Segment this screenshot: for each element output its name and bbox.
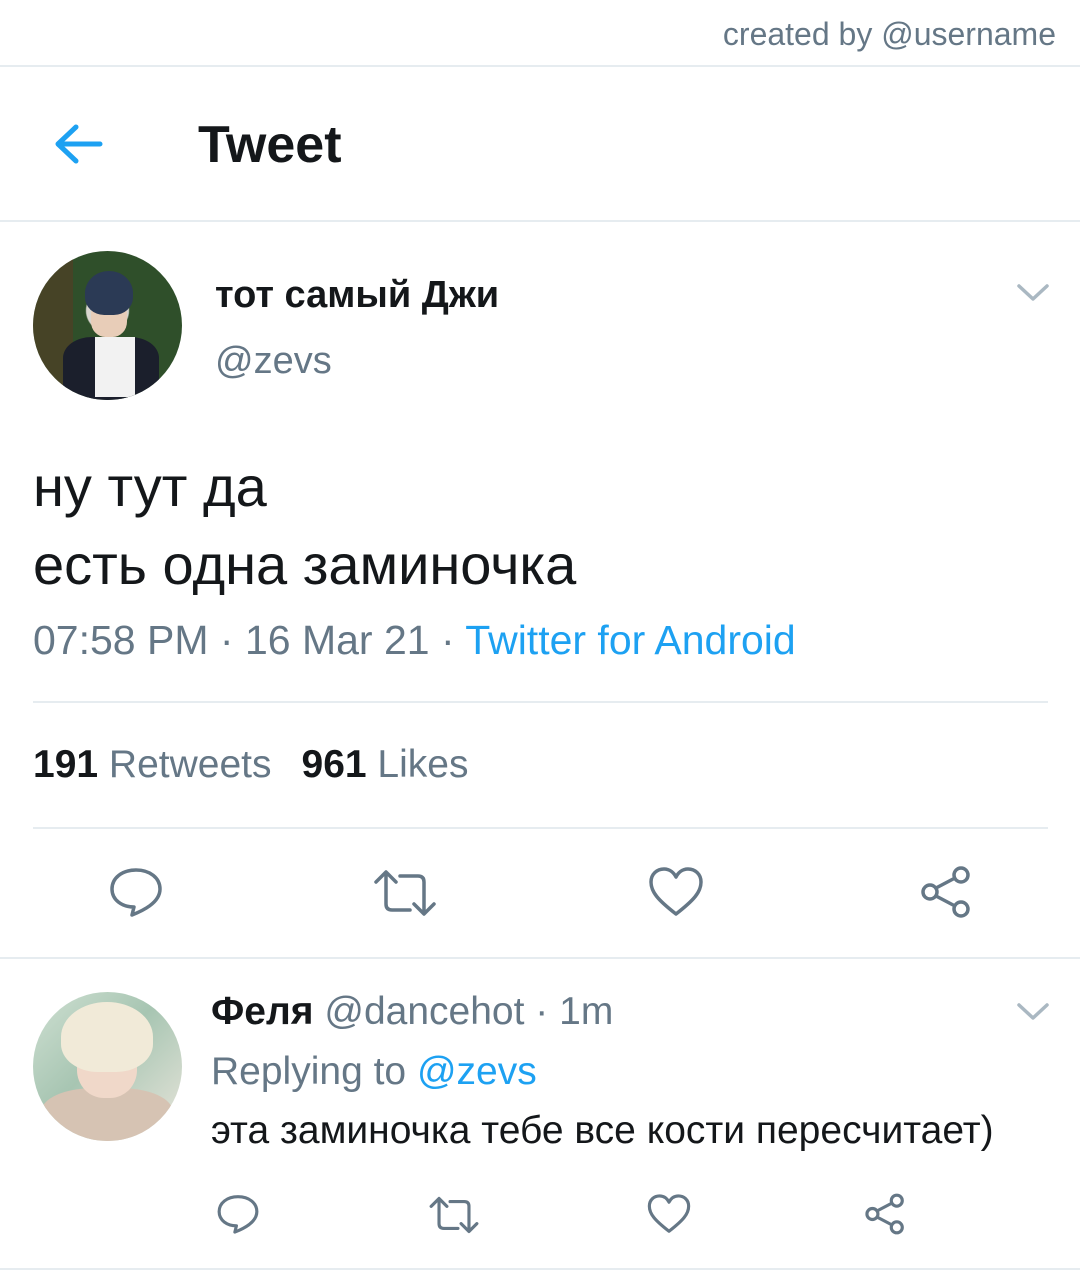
meta-separator: · (440, 617, 455, 663)
author-avatar[interactable] (33, 251, 182, 400)
heart-icon (647, 1194, 691, 1233)
reply-text: эта заминочка тебе все кости пересчитает… (211, 1109, 994, 1152)
divider (33, 827, 1048, 829)
likes-stat[interactable]: 961 Likes (302, 743, 469, 786)
reply-retweet-button[interactable] (428, 1195, 480, 1235)
top-bar: Tweet (0, 67, 1080, 222)
tweet-options-button[interactable] (1016, 282, 1050, 304)
tweet-stats: 191 Retweets 961 Likes (33, 743, 468, 787)
share-icon (865, 1193, 904, 1235)
author-display-name[interactable]: тот самый Джи (215, 274, 499, 317)
retweets-label: Retweets (108, 743, 272, 786)
author-handle[interactable]: @zevs (215, 340, 332, 383)
reply-like-button[interactable] (647, 1193, 691, 1235)
reply-author-avatar[interactable] (33, 992, 182, 1141)
arrow-left-icon (55, 124, 103, 164)
tweet-text: ну тут да есть одна заминочка (33, 448, 576, 604)
reply-share-button[interactable] (863, 1192, 907, 1236)
reply-handle[interactable]: @dancehot (324, 990, 524, 1033)
like-button[interactable] (648, 866, 704, 918)
reply-options-button[interactable] (1016, 1001, 1050, 1023)
heart-icon (649, 867, 703, 916)
section-separator (0, 957, 1080, 959)
reply-button[interactable] (108, 866, 164, 918)
retweet-icon (374, 870, 436, 916)
tweet-text-line: ну тут да (33, 455, 267, 518)
reply-reply-button[interactable] (216, 1193, 260, 1235)
retweets-stat[interactable]: 191 Retweets (33, 743, 272, 786)
reply-time: 1m (559, 990, 614, 1033)
share-button[interactable] (918, 864, 974, 920)
reply-display-name[interactable]: Феля (211, 990, 314, 1033)
chevron-down-icon (1017, 284, 1049, 301)
reply-header: Феля @dancehot · 1m (211, 990, 613, 1034)
watermark: created by @username (722, 16, 1056, 52)
tweet-time: 07:58 PM (33, 617, 209, 663)
replying-mention-link[interactable]: @zevs (417, 1050, 537, 1093)
section-separator (0, 1268, 1080, 1270)
share-icon (921, 866, 970, 918)
chevron-down-icon (1017, 1003, 1049, 1020)
tweet-date: 16 Mar 21 (244, 617, 430, 663)
likes-count: 961 (301, 743, 367, 786)
page-title: Tweet (198, 116, 342, 174)
retweet-button[interactable] (372, 868, 438, 918)
divider (33, 701, 1048, 703)
replying-to: Replying to @zevs (211, 1050, 537, 1094)
replying-label: Replying to (211, 1050, 407, 1093)
meta-separator: · (219, 617, 234, 663)
tweet-source-link[interactable]: Twitter for Android (465, 617, 795, 663)
tweet-text-line: есть одна заминочка (33, 533, 577, 596)
retweets-count: 191 (33, 743, 99, 786)
retweet-icon (429, 1196, 479, 1234)
watermark-bar: created by @username (0, 0, 1080, 67)
back-button[interactable] (50, 119, 106, 169)
reply-separator: · (535, 990, 549, 1033)
comment-icon (217, 1195, 259, 1234)
tweet-meta: 07:58 PM · 16 Mar 21 · Twitter for Andro… (33, 617, 796, 664)
likes-label: Likes (377, 743, 469, 786)
comment-icon (110, 868, 162, 917)
